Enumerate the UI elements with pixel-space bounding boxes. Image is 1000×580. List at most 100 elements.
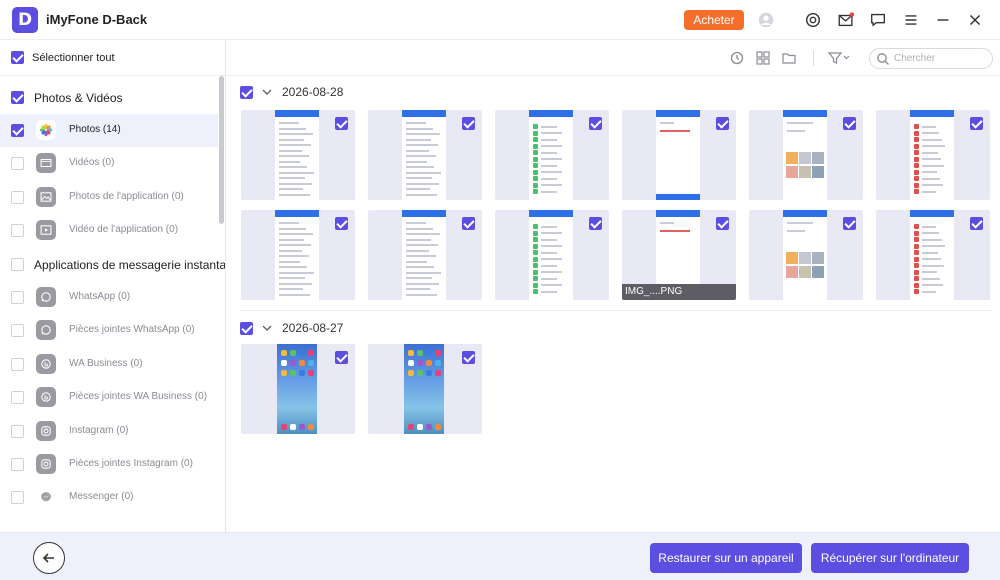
thumbnail-checkbox[interactable] — [589, 217, 602, 230]
photo-thumbnail[interactable] — [876, 110, 990, 200]
back-button[interactable] — [33, 542, 65, 574]
whatsapp-icon — [36, 320, 56, 340]
item-checkbox[interactable] — [11, 491, 24, 504]
item-checkbox[interactable] — [11, 291, 24, 304]
search-input[interactable] — [894, 51, 986, 66]
date-group-header[interactable]: 2026-08-27 — [240, 320, 1000, 338]
sidebar-item-whatsapp[interactable]: WhatsApp (0) — [0, 281, 218, 314]
chevron-down-icon[interactable] — [260, 85, 274, 99]
sidebar-item-instagram-attachments[interactable]: Pièces jointes Instagram (0) — [0, 448, 218, 481]
photo-thumbnail[interactable] — [876, 210, 990, 300]
item-label: Pièces jointes Instagram (0) — [69, 458, 193, 469]
group-date: 2026-08-28 — [282, 85, 344, 99]
sidebar-item-app-videos[interactable]: Vidéo de l'application (0) — [0, 214, 218, 247]
group-checkbox[interactable] — [240, 322, 253, 335]
thumbnail-checkbox[interactable] — [335, 117, 348, 130]
thumbnail-checkbox[interactable] — [462, 117, 475, 130]
title-bar: D iMyFone D-Back Acheter — [0, 0, 1000, 40]
photo-thumbnail[interactable]: IMG_....PNG — [622, 210, 736, 300]
select-all-row[interactable]: Sélectionner tout — [0, 40, 225, 76]
photo-thumbnail[interactable] — [495, 110, 609, 200]
thumbnail-checkbox[interactable] — [335, 351, 348, 364]
sidebar-item-videos[interactable]: Vidéos (0) — [0, 147, 218, 180]
minimize-icon[interactable] — [933, 10, 953, 30]
item-label: Pièces jointes WA Business (0) — [69, 391, 208, 402]
photo-thumbnail[interactable] — [241, 210, 355, 300]
group-date: 2026-08-27 — [282, 321, 344, 335]
item-checkbox[interactable] — [11, 324, 24, 337]
item-checkbox[interactable] — [11, 157, 24, 170]
sidebar-item-instagram[interactable]: Instagram (0) — [0, 415, 218, 448]
thumbnail-checkbox[interactable] — [589, 117, 602, 130]
messenger-icon — [36, 487, 56, 507]
photo-thumbnail[interactable] — [241, 110, 355, 200]
buy-button[interactable]: Acheter — [684, 10, 744, 30]
screenshot-preview — [277, 344, 317, 434]
thumbnail-checkbox[interactable] — [335, 217, 348, 230]
close-icon[interactable] — [965, 10, 985, 30]
thumbnail-checkbox[interactable] — [462, 351, 475, 364]
group-divider — [240, 310, 992, 311]
category-checkbox[interactable] — [11, 91, 24, 104]
item-checkbox[interactable] — [11, 224, 24, 237]
sidebar-item-wa-business-attachments[interactable]: Pièces jointes WA Business (0) — [0, 381, 218, 414]
feedback-icon[interactable] — [868, 10, 888, 30]
thumbnail-checkbox[interactable] — [843, 117, 856, 130]
item-checkbox[interactable] — [11, 425, 24, 438]
group-checkbox[interactable] — [240, 86, 253, 99]
user-avatar-icon[interactable] — [756, 10, 776, 30]
photo-thumbnail[interactable] — [495, 210, 609, 300]
thumbnail-checkbox[interactable] — [970, 117, 983, 130]
photo-thumbnail[interactable] — [749, 210, 863, 300]
video-icon — [36, 153, 56, 173]
wa-business-icon — [36, 387, 56, 407]
target-icon[interactable] — [803, 10, 823, 30]
thumbnail-checkbox[interactable] — [970, 217, 983, 230]
whatsapp-icon — [36, 287, 56, 307]
restore-to-device-button[interactable]: Restaurer sur un appareil — [650, 543, 802, 573]
grid-view-icon[interactable] — [755, 50, 771, 66]
mail-icon[interactable] — [836, 10, 856, 30]
thumbnail-checkbox[interactable] — [716, 217, 729, 230]
photo-thumbnail[interactable] — [241, 344, 355, 434]
item-label: Vidéo de l'application (0) — [69, 224, 179, 235]
photo-thumbnail[interactable] — [368, 210, 482, 300]
sidebar-item-app-photos[interactable]: Photos de l'application (0) — [0, 181, 218, 214]
item-checkbox[interactable] — [11, 458, 24, 471]
sidebar-item-wa-business[interactable]: WA Business (0) — [0, 348, 218, 381]
date-group-header[interactable]: 2026-08-28 — [240, 84, 1000, 102]
history-icon[interactable] — [729, 50, 745, 66]
search-icon — [877, 53, 889, 65]
category-photos-videos[interactable]: Photos & Vidéos — [0, 81, 218, 114]
search-box[interactable] — [869, 48, 993, 69]
view-toolbar — [227, 40, 1000, 76]
select-all-checkbox[interactable] — [11, 51, 24, 64]
item-checkbox[interactable] — [11, 124, 24, 137]
thumbnail-checkbox[interactable] — [843, 217, 856, 230]
item-checkbox[interactable] — [11, 191, 24, 204]
recover-to-computer-button[interactable]: Récupérer sur l'ordinateur — [811, 543, 969, 573]
chevron-down-icon[interactable] — [260, 321, 274, 335]
thumbnail-checkbox[interactable] — [462, 217, 475, 230]
photo-thumbnail[interactable] — [368, 110, 482, 200]
sidebar-item-whatsapp-attachments[interactable]: Pièces jointes WhatsApp (0) — [0, 314, 218, 347]
screenshot-preview — [275, 210, 319, 300]
folder-icon[interactable] — [781, 50, 797, 66]
category-checkbox[interactable] — [11, 258, 24, 271]
photo-thumbnail[interactable] — [368, 344, 482, 434]
sidebar-item-photos[interactable]: Photos (14) — [0, 114, 218, 147]
photo-thumbnail[interactable] — [749, 110, 863, 200]
filter-icon[interactable] — [827, 50, 853, 66]
screenshot-preview — [529, 110, 573, 200]
item-checkbox[interactable] — [11, 358, 24, 371]
sidebar-scrollbar[interactable] — [219, 76, 224, 224]
menu-icon[interactable] — [901, 10, 921, 30]
category-instant-messaging[interactable]: Applications de messagerie instantanée — [0, 248, 225, 281]
thumbnail-checkbox[interactable] — [716, 117, 729, 130]
category-label: Applications de messagerie instantanée — [34, 258, 226, 272]
thumbnail-caption: IMG_....PNG — [622, 284, 736, 300]
sidebar-item-messenger[interactable]: Messenger (0) — [0, 481, 218, 514]
item-checkbox[interactable] — [11, 391, 24, 404]
photo-thumbnail[interactable] — [622, 110, 736, 200]
image-icon — [36, 187, 56, 207]
